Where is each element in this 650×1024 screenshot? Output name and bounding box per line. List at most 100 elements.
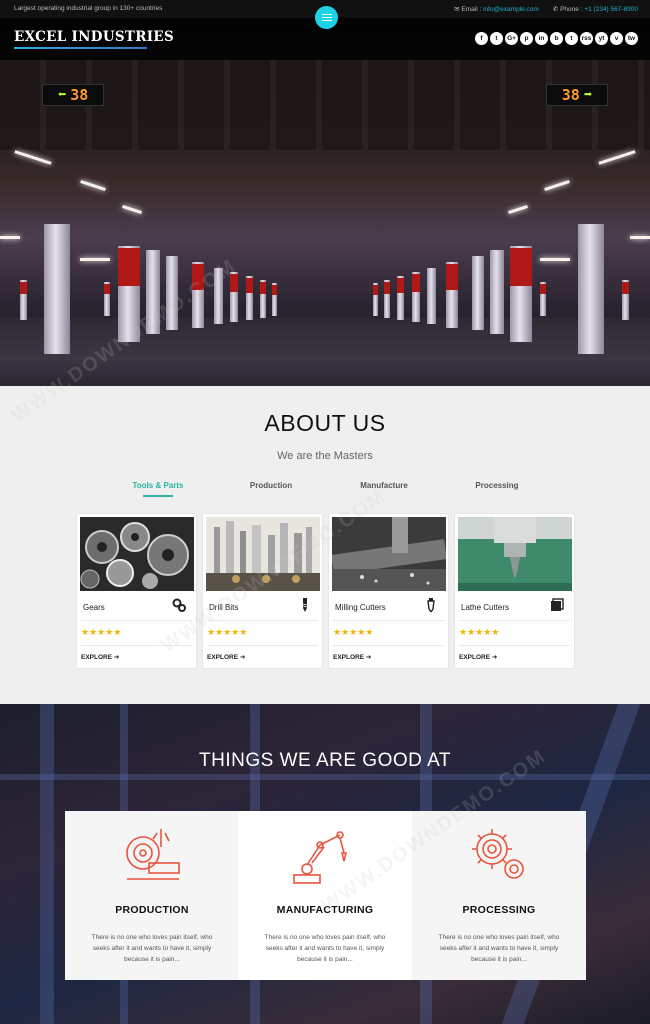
pillar bbox=[510, 246, 532, 342]
service-description: There is no one who loves pain itself, w… bbox=[91, 934, 213, 963]
services-section: THINGS WE ARE GOOD AT PRODUCTION There i… bbox=[0, 704, 650, 1024]
social-icon[interactable]: tw bbox=[625, 32, 638, 45]
pillar bbox=[166, 256, 178, 330]
product-card[interactable]: Lathe Cutters ★★★★★ EXPLORE ➜ bbox=[454, 513, 575, 669]
arrow-right-icon: ➡ bbox=[583, 87, 593, 103]
explore-link[interactable]: EXPLORE ➜ bbox=[333, 653, 371, 661]
explore-link[interactable]: EXPLORE ➜ bbox=[81, 653, 119, 661]
ceiling-light bbox=[122, 204, 142, 215]
pillar bbox=[146, 250, 160, 334]
drill-bit-icon bbox=[298, 598, 312, 612]
ceiling-light bbox=[598, 150, 636, 165]
pillar bbox=[272, 283, 277, 316]
rating-stars: ★★★★★ bbox=[81, 627, 121, 638]
parking-sign-right: 38 ➡ bbox=[546, 84, 608, 106]
service-description: There is no one who loves pain itself, w… bbox=[264, 934, 386, 963]
arrow-left-icon: ⬅ bbox=[57, 87, 67, 103]
pillar bbox=[104, 282, 110, 316]
star-icon: ★ bbox=[491, 627, 500, 637]
divider bbox=[459, 620, 570, 621]
ceiling-light bbox=[0, 236, 20, 239]
service-card[interactable]: PRODUCTION There is no one who loves pai… bbox=[65, 811, 239, 980]
pillar bbox=[118, 246, 140, 342]
social-icon[interactable]: t bbox=[490, 32, 503, 45]
star-icon: ★ bbox=[89, 627, 98, 637]
saw-blade-icon bbox=[117, 823, 187, 887]
social-icon[interactable]: rss bbox=[580, 32, 593, 45]
divider bbox=[207, 645, 318, 646]
service-title: PRODUCTION bbox=[115, 904, 189, 916]
star-icon: ★ bbox=[459, 627, 468, 637]
explore-link[interactable]: EXPLORE ➜ bbox=[459, 653, 497, 661]
product-card[interactable]: Milling Cutters ★★★★★ EXPLORE ➜ bbox=[328, 513, 449, 669]
pillar bbox=[622, 280, 629, 320]
pillar bbox=[578, 224, 604, 354]
divider bbox=[81, 620, 192, 621]
rating-stars: ★★★★★ bbox=[333, 627, 373, 638]
hero-floor bbox=[0, 318, 650, 386]
social-icon[interactable]: v bbox=[610, 32, 623, 45]
social-icon[interactable]: b bbox=[550, 32, 563, 45]
social-icon[interactable]: f bbox=[475, 32, 488, 45]
social-icon[interactable]: in bbox=[535, 32, 548, 45]
tab-processing[interactable]: Processing bbox=[442, 481, 552, 490]
gears-icon bbox=[172, 598, 186, 612]
about-title: ABOUT US bbox=[264, 410, 386, 436]
service-card[interactable]: PROCESSING There is no one who loves pai… bbox=[412, 811, 586, 980]
card-title: Milling Cutters bbox=[335, 603, 386, 612]
social-links: f t G+ p in b t rss yt v tw bbox=[475, 32, 638, 45]
service-card[interactable]: MANUFACTURING There is no one who loves … bbox=[238, 811, 412, 980]
tab-tools-parts[interactable]: Tools & Parts bbox=[103, 481, 213, 497]
robot-arm-icon bbox=[290, 823, 360, 887]
parking-sign-left: ⬅ 38 bbox=[42, 84, 104, 106]
menu-toggle-button[interactable] bbox=[315, 6, 338, 29]
site-logo[interactable]: EXCEL INDUSTRIES bbox=[14, 29, 174, 45]
card-title: Lathe Cutters bbox=[461, 603, 510, 612]
divider bbox=[459, 645, 570, 646]
social-icon[interactable]: yt bbox=[595, 32, 608, 45]
social-icon[interactable]: t bbox=[565, 32, 578, 45]
explore-link[interactable]: EXPLORE ➜ bbox=[207, 653, 245, 661]
social-icon[interactable]: p bbox=[520, 32, 533, 45]
card-title: Drill Bits bbox=[209, 603, 239, 612]
milling-cutter-icon bbox=[424, 598, 438, 614]
pillar bbox=[490, 250, 504, 334]
pillar bbox=[44, 224, 70, 354]
product-card[interactable]: Gears ★★★★★ EXPLORE ➜ bbox=[76, 513, 197, 669]
email-link[interactable]: info@example.com bbox=[483, 6, 539, 13]
lathe-cutter-icon bbox=[550, 598, 564, 612]
ceiling-light bbox=[544, 180, 570, 191]
pillar bbox=[472, 256, 484, 330]
pillar bbox=[412, 272, 420, 322]
phone-contact: ✆ Phone : +1 (234) 567-8900 bbox=[552, 6, 638, 13]
social-icon[interactable]: G+ bbox=[505, 32, 518, 45]
pillar bbox=[260, 280, 266, 318]
about-section: ABOUT US We are the Masters Tools & Part… bbox=[0, 386, 650, 704]
background-beam bbox=[0, 774, 650, 780]
product-card[interactable]: Drill Bits ★★★★★ EXPLORE ➜ bbox=[202, 513, 323, 669]
pillar bbox=[20, 280, 27, 320]
star-icon: ★ bbox=[333, 627, 342, 637]
tab-manufacture[interactable]: Manufacture bbox=[329, 481, 439, 490]
pillar bbox=[230, 272, 238, 322]
email-contact: ✉ Email : info@example.com bbox=[454, 6, 539, 13]
logo-underline bbox=[14, 47, 147, 49]
pillar bbox=[384, 280, 390, 318]
gear-icon bbox=[464, 823, 534, 887]
milling-cutters-image bbox=[332, 517, 446, 591]
contact-info: ✉ Email : info@example.com ✆ Phone : +1 … bbox=[454, 5, 638, 13]
rating-stars: ★★★★★ bbox=[207, 627, 247, 638]
pillar bbox=[427, 268, 436, 324]
star-icon: ★ bbox=[365, 627, 374, 637]
pillar bbox=[214, 268, 223, 324]
phone-link[interactable]: +1 (234) 567-8900 bbox=[584, 6, 638, 13]
star-icon: ★ bbox=[113, 627, 122, 637]
pillar bbox=[446, 262, 458, 328]
service-title: MANUFACTURING bbox=[276, 904, 374, 916]
tab-production[interactable]: Production bbox=[216, 481, 326, 490]
about-subtitle: We are the Masters bbox=[277, 450, 373, 462]
divider bbox=[333, 645, 444, 646]
pillar bbox=[373, 283, 378, 316]
divider bbox=[207, 620, 318, 621]
about-tabs: Tools & Parts Production Manufacture Pro… bbox=[0, 481, 650, 497]
